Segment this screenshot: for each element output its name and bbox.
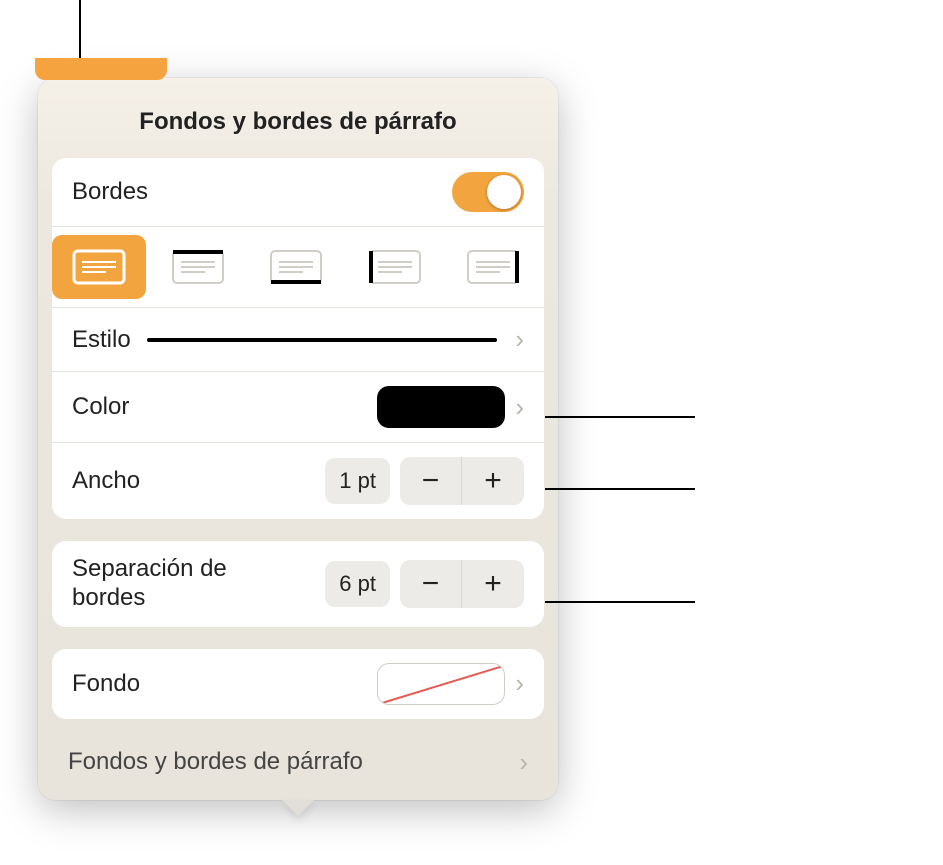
border-left-icon — [368, 249, 422, 285]
borders-toggle[interactable] — [452, 172, 524, 212]
paragraph-borders-link[interactable]: Fondos y bordes de párrafo › — [38, 729, 558, 800]
width-label: Ancho — [72, 467, 140, 495]
color-swatch[interactable] — [377, 386, 505, 428]
border-left-button[interactable] — [348, 235, 442, 299]
offset-decrement-button[interactable]: − — [400, 560, 462, 608]
border-all-button[interactable] — [52, 235, 146, 299]
width-stepper: − + — [400, 457, 524, 505]
chevron-right-icon: › — [515, 324, 524, 355]
borders-toggle-row: Bordes — [52, 158, 544, 227]
chevron-right-icon: › — [519, 747, 528, 778]
border-top-icon — [171, 249, 225, 285]
chevron-right-icon: › — [515, 392, 524, 423]
offset-value: 6 pt — [325, 561, 390, 607]
color-row[interactable]: Color › — [52, 372, 544, 443]
borders-popover: Fondos y bordes de párrafo Bordes — [38, 78, 558, 800]
popover-title: Fondos y bordes de párrafo — [38, 78, 558, 158]
toggle-knob — [487, 175, 521, 209]
border-top-button[interactable] — [151, 235, 245, 299]
width-row: Ancho 1 pt − + — [52, 443, 544, 519]
width-increment-button[interactable]: + — [462, 457, 524, 505]
border-right-button[interactable] — [446, 235, 540, 299]
border-position-row — [52, 227, 544, 308]
offset-row: Separación debordes 6 pt − + — [52, 541, 544, 627]
callout-line-width — [545, 488, 695, 490]
background-swatch-none[interactable] — [377, 663, 505, 705]
active-tab-indicator — [35, 58, 167, 80]
width-value: 1 pt — [325, 458, 390, 504]
borders-section: Bordes — [52, 158, 544, 519]
chevron-right-icon: › — [515, 668, 524, 699]
offset-increment-button[interactable]: + — [462, 560, 524, 608]
style-row[interactable]: Estilo › — [52, 308, 544, 372]
background-section: Fondo › — [52, 649, 544, 719]
width-decrement-button[interactable]: − — [400, 457, 462, 505]
border-bottom-button[interactable] — [249, 235, 343, 299]
border-all-icon — [72, 249, 126, 285]
borders-label: Bordes — [72, 178, 148, 206]
callout-line-color — [545, 416, 695, 418]
border-bottom-icon — [269, 249, 323, 285]
bottom-link-label: Fondos y bordes de párrafo — [68, 748, 363, 776]
callout-line-offset — [545, 601, 695, 603]
offset-stepper: − + — [400, 560, 524, 608]
style-label: Estilo — [72, 326, 131, 354]
background-label: Fondo — [72, 670, 140, 698]
offset-label: Separación debordes — [72, 555, 227, 613]
offset-section: Separación debordes 6 pt − + — [52, 541, 544, 627]
background-row[interactable]: Fondo › — [52, 649, 544, 719]
style-preview-line — [147, 338, 498, 342]
border-right-icon — [466, 249, 520, 285]
color-label: Color — [72, 393, 129, 421]
